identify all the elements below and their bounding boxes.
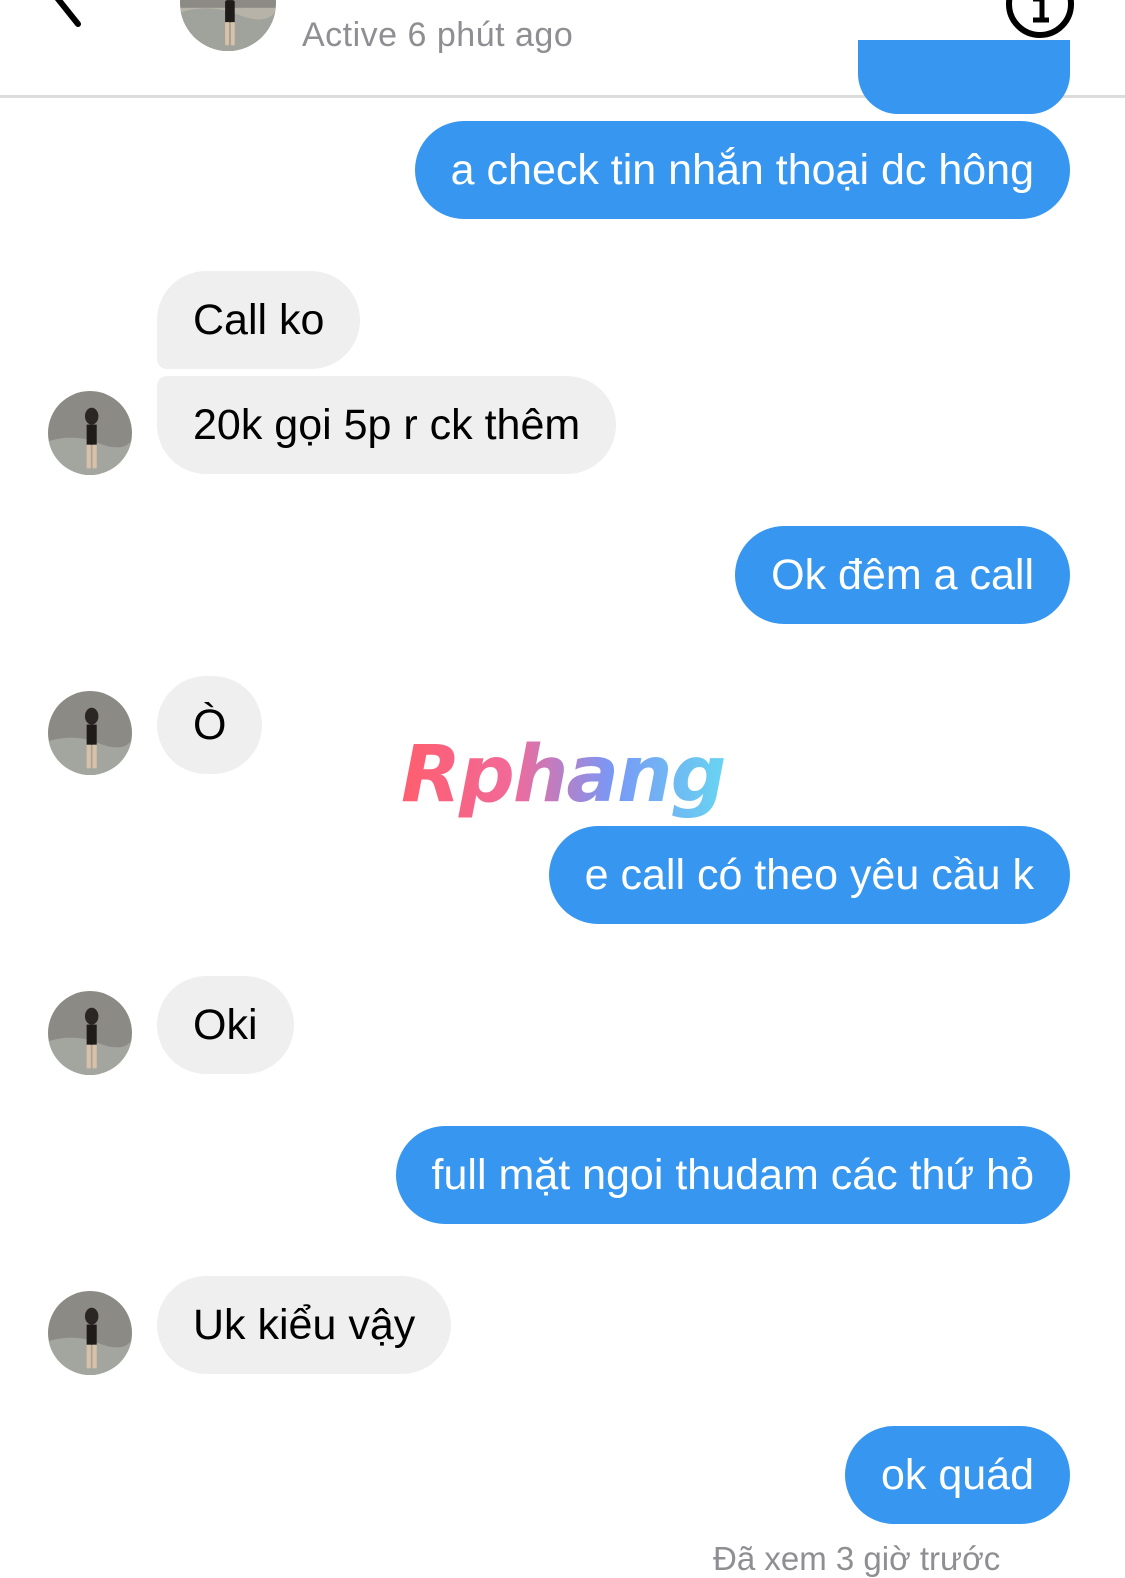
- sender-avatar[interactable]: [48, 391, 132, 475]
- svg-text:Rphang: Rphang: [401, 735, 725, 820]
- sender-avatar[interactable]: [48, 1291, 132, 1375]
- message-bubble-received[interactable]: Call ko: [157, 271, 361, 369]
- arrow-left-icon[interactable]: [50, 0, 122, 30]
- sender-avatar[interactable]: [48, 991, 132, 1075]
- message-bubble-sent[interactable]: full mặt ngoi thudam các thứ hỏ: [395, 1126, 1070, 1224]
- message-bubble-received[interactable]: 20k gọi 5p r ck thêm: [157, 376, 617, 474]
- previous-message-bubble: [858, 40, 1070, 114]
- seen-receipt: Đã xem 3 giờ trước: [713, 1540, 1001, 1577]
- sender-avatar[interactable]: [48, 691, 132, 775]
- watermark-logo: Rphang: [401, 735, 727, 820]
- info-circle-icon[interactable]: [1004, 0, 1076, 40]
- message-bubble-sent[interactable]: e call có theo yêu cầu k: [548, 826, 1070, 924]
- active-status: Active 6 phút ago: [302, 16, 574, 54]
- message-bubble-received[interactable]: Ò: [157, 676, 263, 774]
- contact-avatar[interactable]: [180, 0, 276, 51]
- message-bubble-sent[interactable]: ok quád: [844, 1426, 1070, 1524]
- message-bubble-sent[interactable]: Ok đêm a call: [735, 526, 1070, 624]
- message-bubble-sent[interactable]: a check tin nhắn thoại dc hông: [414, 121, 1070, 219]
- message-bubble-received[interactable]: Uk kiểu vậy: [157, 1276, 452, 1374]
- message-bubble-received[interactable]: Oki: [157, 976, 294, 1074]
